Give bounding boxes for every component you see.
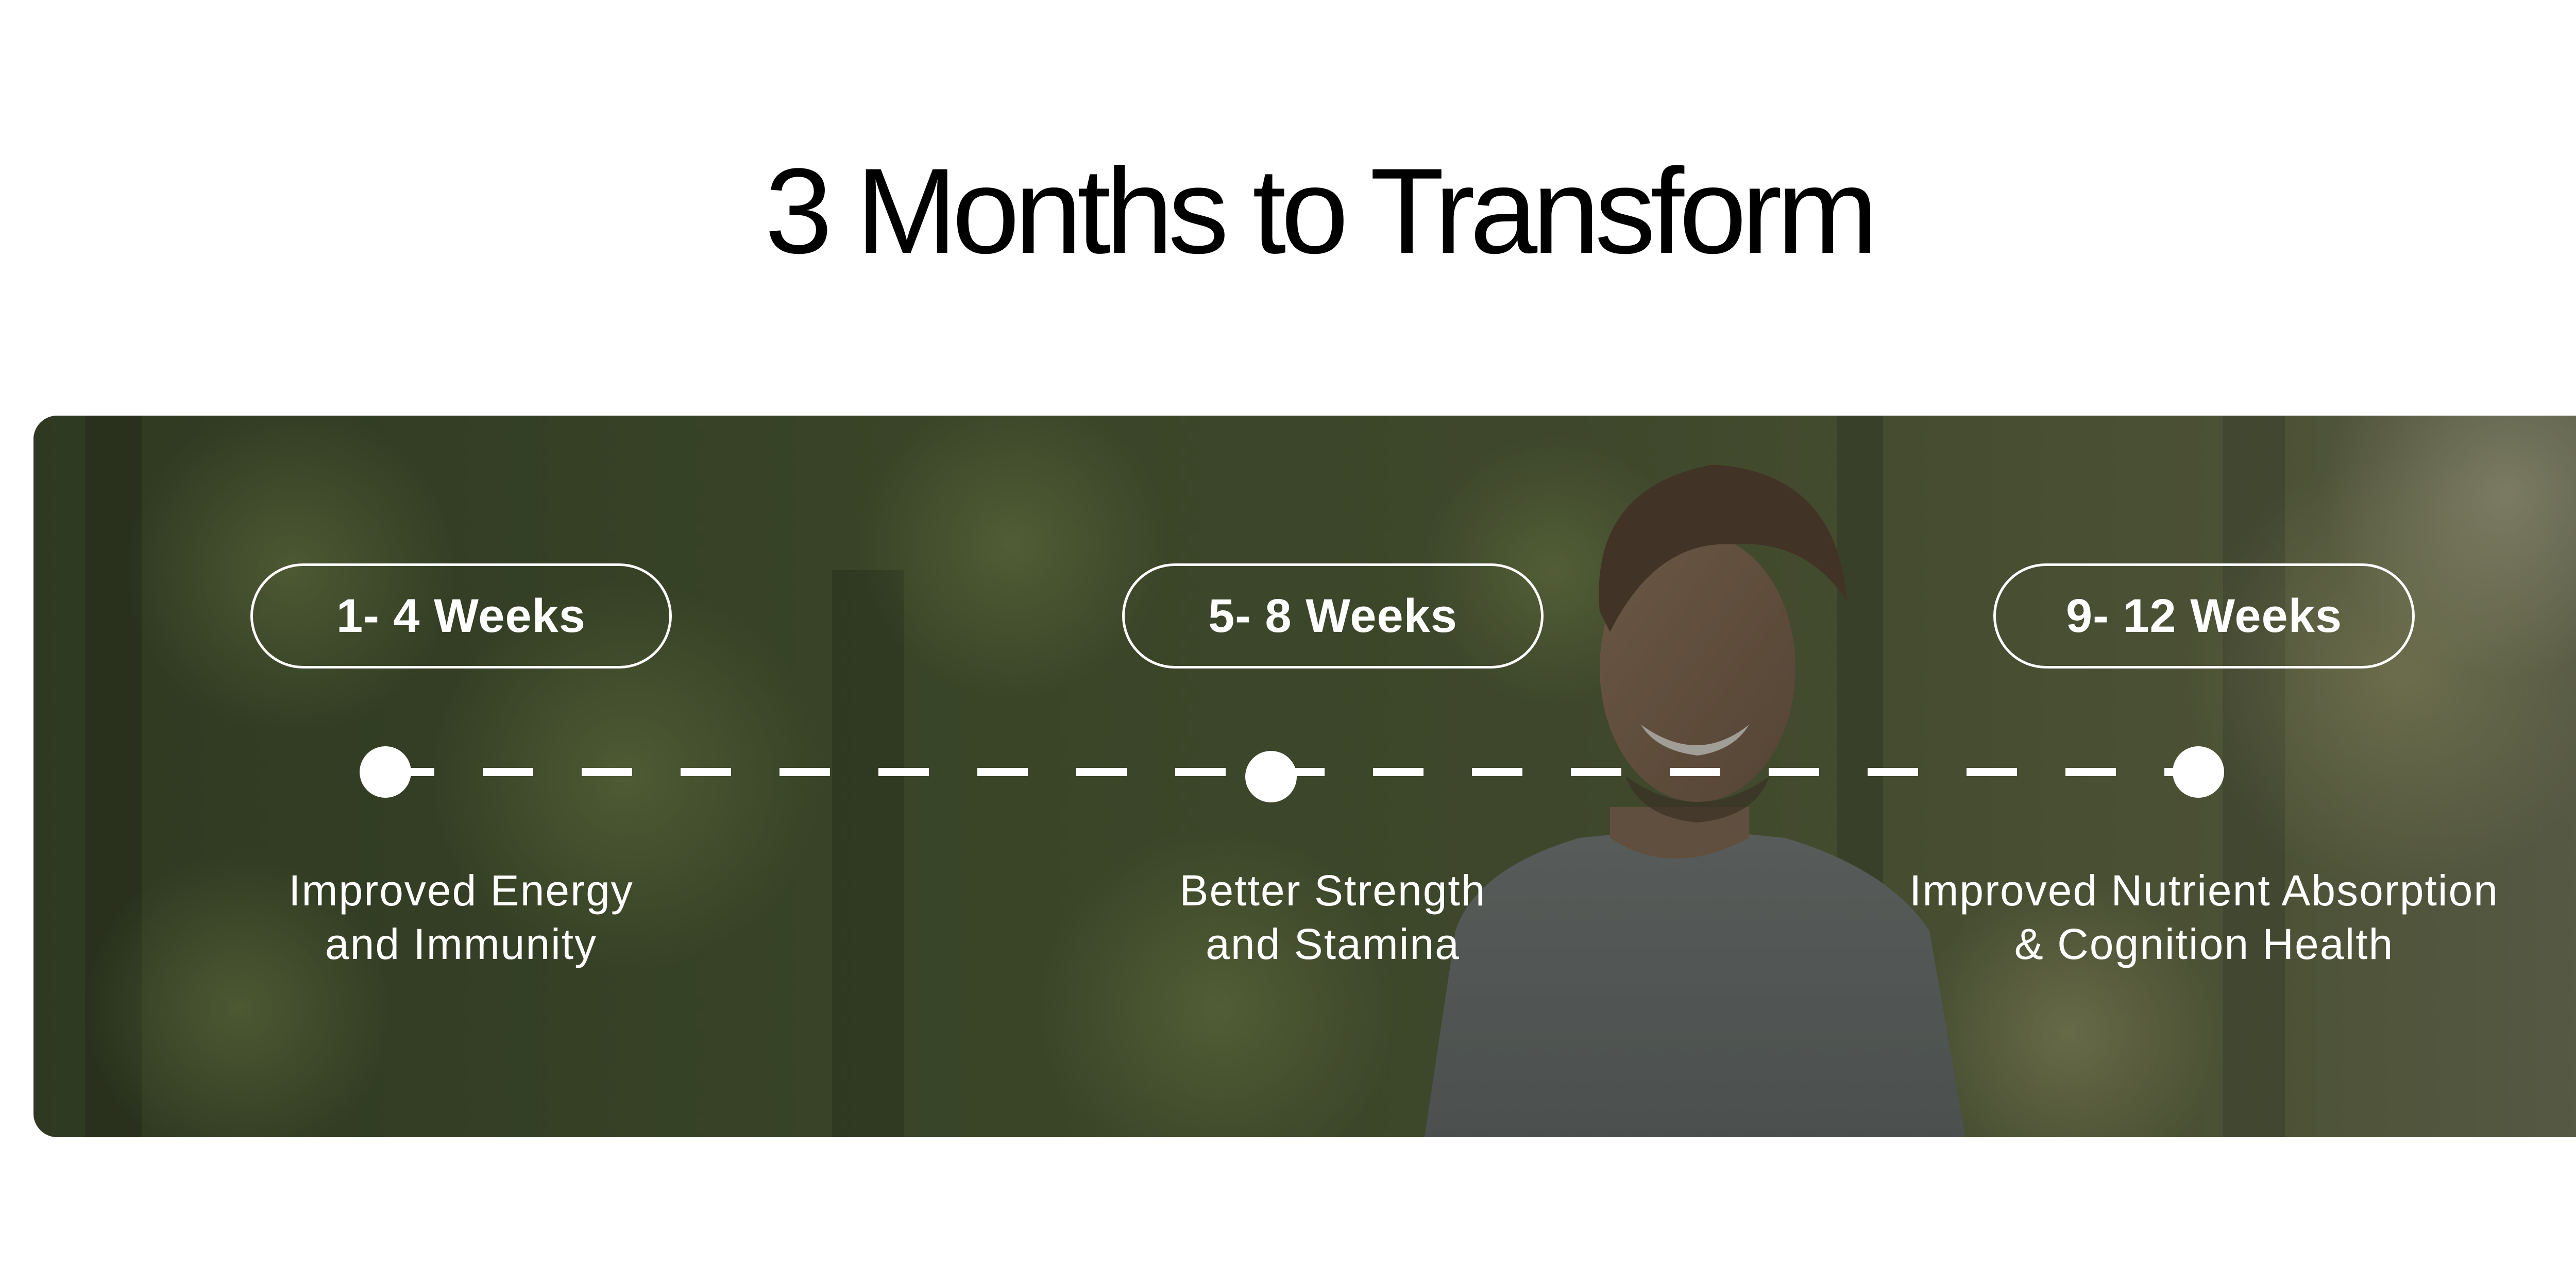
hero-banner: 1- 4 Weeks Improved Energy and Immunity … — [33, 416, 2576, 1137]
milestone-benefit: Improved Energy and Immunity — [100, 864, 822, 971]
benefit-line: Improved Nutrient Absorption — [1909, 866, 2499, 915]
benefit-line: and Immunity — [325, 920, 598, 968]
timeline-dot — [1245, 751, 1297, 802]
milestone-period-pill: 1- 4 Weeks — [250, 563, 672, 668]
benefit-line: Better Strength — [1179, 866, 1486, 915]
page-title: 3 Months to Transform — [765, 143, 1878, 279]
milestone-benefit: Better Strength and Stamina — [972, 864, 1693, 971]
milestone-period-pill: 9- 12 Weeks — [1993, 563, 2415, 668]
milestone-period-pill: 5- 8 Weeks — [1122, 563, 1544, 668]
benefit-line: & Cognition Health — [2014, 920, 2394, 968]
milestone-benefit: Improved Nutrient Absorption & Cognition… — [1843, 864, 2565, 971]
benefit-line: and Stamina — [1206, 920, 1460, 968]
timeline-dot — [2173, 746, 2224, 798]
timeline-dot — [360, 746, 411, 798]
benefit-line: Improved Energy — [289, 866, 634, 915]
